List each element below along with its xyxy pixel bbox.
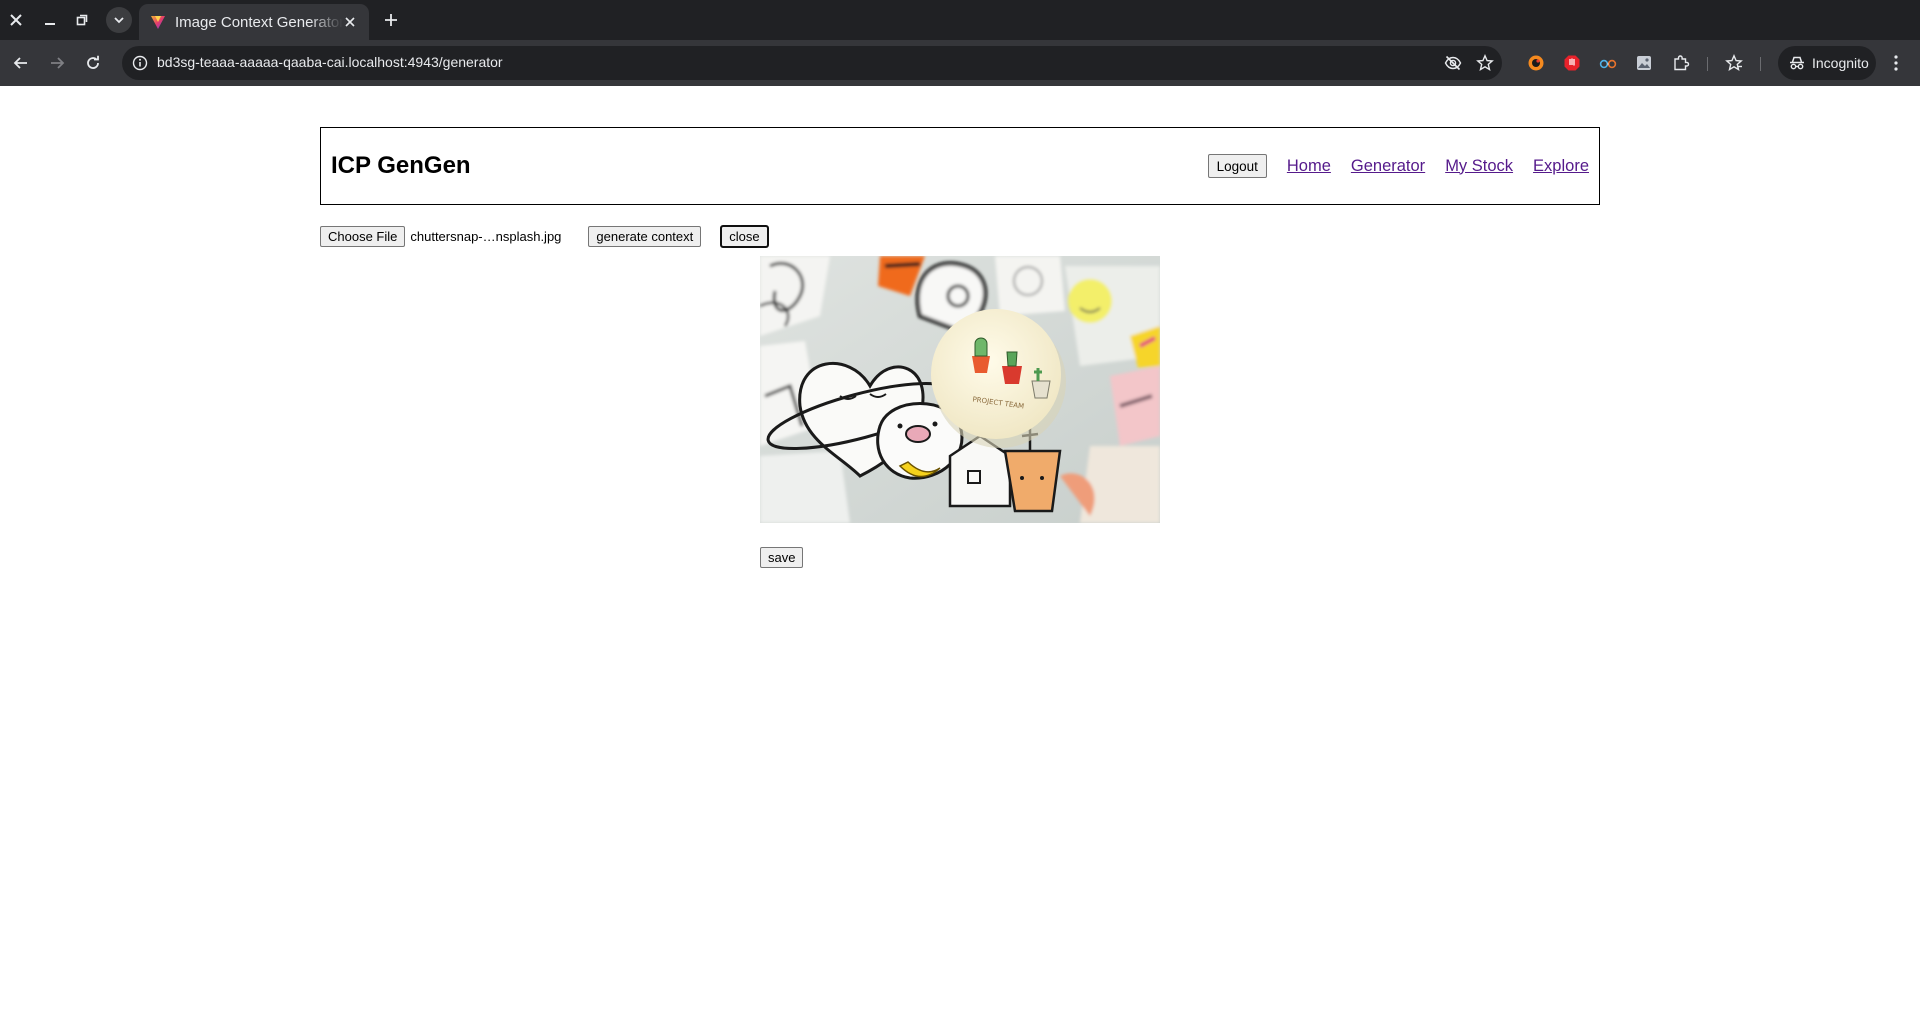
extension-color-icon[interactable] bbox=[1526, 53, 1546, 73]
upload-controls: Choose File chuttersnap-…nsplash.jpg gen… bbox=[320, 224, 769, 248]
choose-file-button[interactable]: Choose File bbox=[320, 225, 406, 247]
incognito-icon bbox=[1790, 56, 1804, 70]
logout-button[interactable]: Logout bbox=[1207, 154, 1267, 178]
nav-link-home[interactable]: Home bbox=[1287, 157, 1331, 176]
back-icon[interactable] bbox=[9, 51, 33, 75]
reading-list-star-icon[interactable] bbox=[1724, 53, 1744, 73]
nav-link-generator[interactable]: Generator bbox=[1351, 157, 1425, 176]
extension-stop-icon[interactable] bbox=[1562, 53, 1582, 73]
reload-icon[interactable] bbox=[81, 51, 105, 75]
extensions-puzzle-icon[interactable] bbox=[1671, 53, 1691, 73]
generate-context-button[interactable]: generate context bbox=[588, 225, 702, 247]
address-bar[interactable]: bd3sg-teaaa-aaaaa-qaaba-cai.localhost:49… bbox=[122, 46, 1502, 80]
minimize-window-icon[interactable] bbox=[39, 9, 61, 31]
extension-image-icon[interactable] bbox=[1634, 53, 1654, 73]
toolbar-divider bbox=[1760, 57, 1761, 71]
image-preview: PROJECT TEAM bbox=[760, 256, 1160, 523]
bookmark-star-icon[interactable] bbox=[1475, 53, 1495, 73]
tab-title: Image Context Generator bbox=[175, 13, 343, 31]
incognito-label: Incognito bbox=[1812, 55, 1869, 71]
browser-tabstrip: Image Context Generator bbox=[0, 0, 1920, 40]
page-viewport: ICP GenGen Logout Home Generator My Stoc… bbox=[0, 86, 1920, 1016]
nav-link-explore[interactable]: Explore bbox=[1533, 157, 1589, 176]
browser-menu-icon[interactable] bbox=[1886, 53, 1906, 73]
url-text[interactable]: bd3sg-teaaa-aaaaa-qaaba-cai.localhost:49… bbox=[157, 54, 503, 70]
nav-link-my-stock[interactable]: My Stock bbox=[1445, 157, 1513, 176]
save-button[interactable]: save bbox=[760, 547, 804, 568]
sticker-photo-illustration: PROJECT TEAM bbox=[760, 256, 1160, 523]
site-info-icon[interactable] bbox=[128, 51, 152, 75]
close-button[interactable]: close bbox=[720, 224, 769, 248]
toolbar-divider bbox=[1707, 57, 1708, 71]
restore-window-icon[interactable] bbox=[71, 9, 93, 31]
tab-search-icon[interactable] bbox=[106, 7, 132, 33]
site-title: ICP GenGen bbox=[331, 152, 471, 179]
incognito-indicator[interactable]: Incognito bbox=[1778, 46, 1876, 80]
close-window-icon[interactable] bbox=[5, 9, 27, 31]
selected-file-name: chuttersnap-…nsplash.jpg bbox=[410, 228, 562, 244]
site-nav: Logout Home Generator My Stock Explore bbox=[1207, 154, 1589, 178]
forward-icon[interactable] bbox=[45, 51, 69, 75]
active-tab[interactable]: Image Context Generator bbox=[139, 4, 369, 40]
tab-close-icon[interactable] bbox=[341, 13, 359, 31]
new-tab-icon[interactable] bbox=[380, 9, 402, 31]
site-header: ICP GenGen Logout Home Generator My Stoc… bbox=[320, 127, 1600, 205]
eye-off-icon[interactable] bbox=[1443, 53, 1463, 73]
browser-toolbar: bd3sg-teaaa-aaaaa-qaaba-cai.localhost:49… bbox=[0, 40, 1920, 86]
app-favicon-icon bbox=[151, 16, 165, 29]
extension-glasses-icon[interactable] bbox=[1598, 53, 1618, 73]
